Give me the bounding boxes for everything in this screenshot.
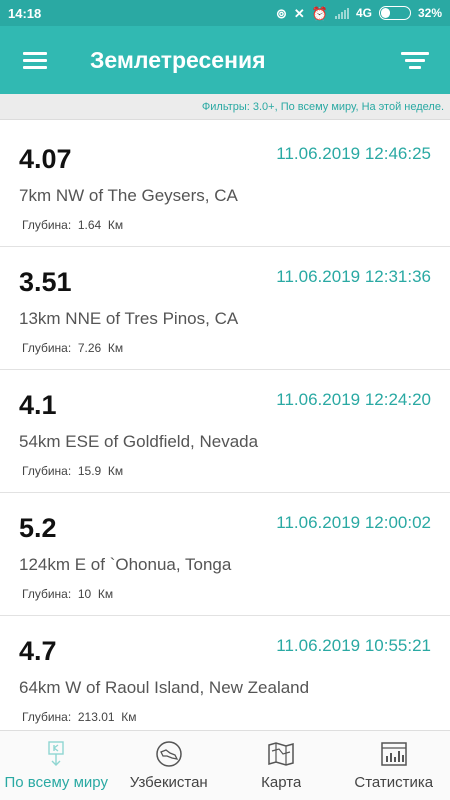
depth-line: Глубина: 7.26 Км [22, 341, 123, 355]
nav-world[interactable]: По всему миру [0, 731, 113, 800]
uzbekistan-map-icon [156, 741, 182, 767]
depth-unit: Км [121, 710, 137, 724]
event-datetime: 11.06.2019 12:00:02 [276, 513, 431, 532]
world-list-icon [48, 741, 64, 766]
depth-value: 7.26 [77, 341, 102, 355]
event-datetime: 11.06.2019 12:46:25 [276, 144, 431, 163]
depth-value: 15.9 [77, 464, 102, 478]
alarm-icon: ⏰ [311, 5, 328, 21]
magnitude: 5.2 [19, 513, 57, 543]
depth-value: 213.01 [77, 710, 115, 724]
event-datetime: 11.06.2019 12:31:36 [276, 267, 431, 286]
depth-line: Глубина: 1.64 Км [22, 218, 123, 232]
earthquake-item[interactable]: 4.1 11.06.2019 12:24:20 54km ESE of Goldfi… [0, 370, 450, 493]
nav-statistics[interactable]: Статистика [338, 731, 450, 800]
earthquake-list[interactable]: 4.07 11.06.2019 12:46:25 7km NW of The Gey… [0, 124, 450, 728]
event-location: 64km W of Raoul Island, New Zealand [19, 678, 310, 697]
event-datetime: 11.06.2019 10:55:21 [276, 636, 431, 655]
signal-icon [334, 7, 349, 19]
event-datetime: 11.06.2019 12:24:20 [276, 390, 431, 409]
depth-line: Глубина: 15.9 Км [22, 464, 123, 478]
status-time: 14:18 [8, 5, 42, 21]
menu-button[interactable] [0, 26, 70, 94]
depth-label: Глубина: [22, 218, 72, 232]
status-bar: 14:18 ⊚ ✕ ⏰ 4G 32% [0, 0, 450, 26]
earthquake-item[interactable]: 4.7 11.06.2019 10:55:21 64km W of Raoul Is… [0, 616, 450, 728]
event-location: 7km NW of The Geysers, CA [19, 186, 238, 205]
filter-button[interactable] [380, 26, 450, 94]
depth-label: Глубина: [22, 341, 72, 355]
nav-uzbekistan[interactable]: Узбекистан [113, 731, 226, 800]
nav-label-world: По всему миру [4, 774, 108, 791]
depth-label: Глубина: [22, 710, 72, 724]
nav-label-uzbekistan: Узбекистан [129, 774, 208, 791]
earthquake-item[interactable]: 5.2 11.06.2019 12:00:02 124km E of `Ohonua… [0, 493, 450, 616]
map-icon [268, 742, 294, 766]
network-type: 4G [355, 6, 372, 20]
event-location: 124km E of `Ohonua, Tonga [19, 555, 232, 574]
status-icons: ⊚ ✕ ⏰ 4G 32% [276, 6, 442, 20]
page-title: Землетресения [90, 46, 266, 73]
nav-label-map: Карта [261, 774, 302, 791]
depth-unit: Км [107, 218, 124, 232]
event-location: 13km NNE of Tres Pinos, CA [19, 309, 239, 328]
battery-percent: 32% [417, 6, 442, 20]
depth-value: 1.64 [77, 218, 102, 232]
magnitude: 3.51 [19, 267, 72, 297]
nav-label-statistics: Статистика [354, 774, 434, 791]
magnitude: 4.1 [19, 390, 57, 420]
filters-summary: Фильтры: 3.0+, По всему миру, На этой не… [0, 94, 450, 120]
mute-icon: ✕ [293, 5, 305, 21]
battery-icon [378, 6, 411, 20]
earthquake-item[interactable]: 3.51 11.06.2019 12:31:36 13km NNE of Tres … [0, 247, 450, 370]
bottom-navigation: По всему миру Узбекистан Карта Статистик… [0, 730, 450, 800]
depth-line: Глубина: 213.01 Км [22, 710, 136, 724]
statistics-icon [381, 742, 407, 766]
hotspot-icon: ⊚ [275, 5, 287, 21]
filter-icon [400, 48, 430, 73]
depth-unit: Км [107, 464, 124, 478]
event-location: 54km ESE of Goldfield, Nevada [19, 432, 259, 451]
earthquake-item[interactable]: 4.07 11.06.2019 12:46:25 7km NW of The Gey… [0, 124, 450, 247]
depth-unit: Км [97, 587, 114, 601]
depth-label: Глубина: [22, 587, 72, 601]
magnitude: 4.7 [19, 636, 57, 666]
nav-map[interactable]: Карта [225, 731, 338, 800]
hamburger-menu-icon [23, 48, 47, 73]
depth-label: Глубина: [22, 464, 72, 478]
depth-line: Глубина: 10 Км [22, 587, 113, 601]
depth-value: 10 [77, 587, 92, 601]
magnitude: 4.07 [19, 144, 72, 174]
depth-unit: Км [107, 341, 124, 355]
app-bar: Землетресения [0, 26, 450, 94]
